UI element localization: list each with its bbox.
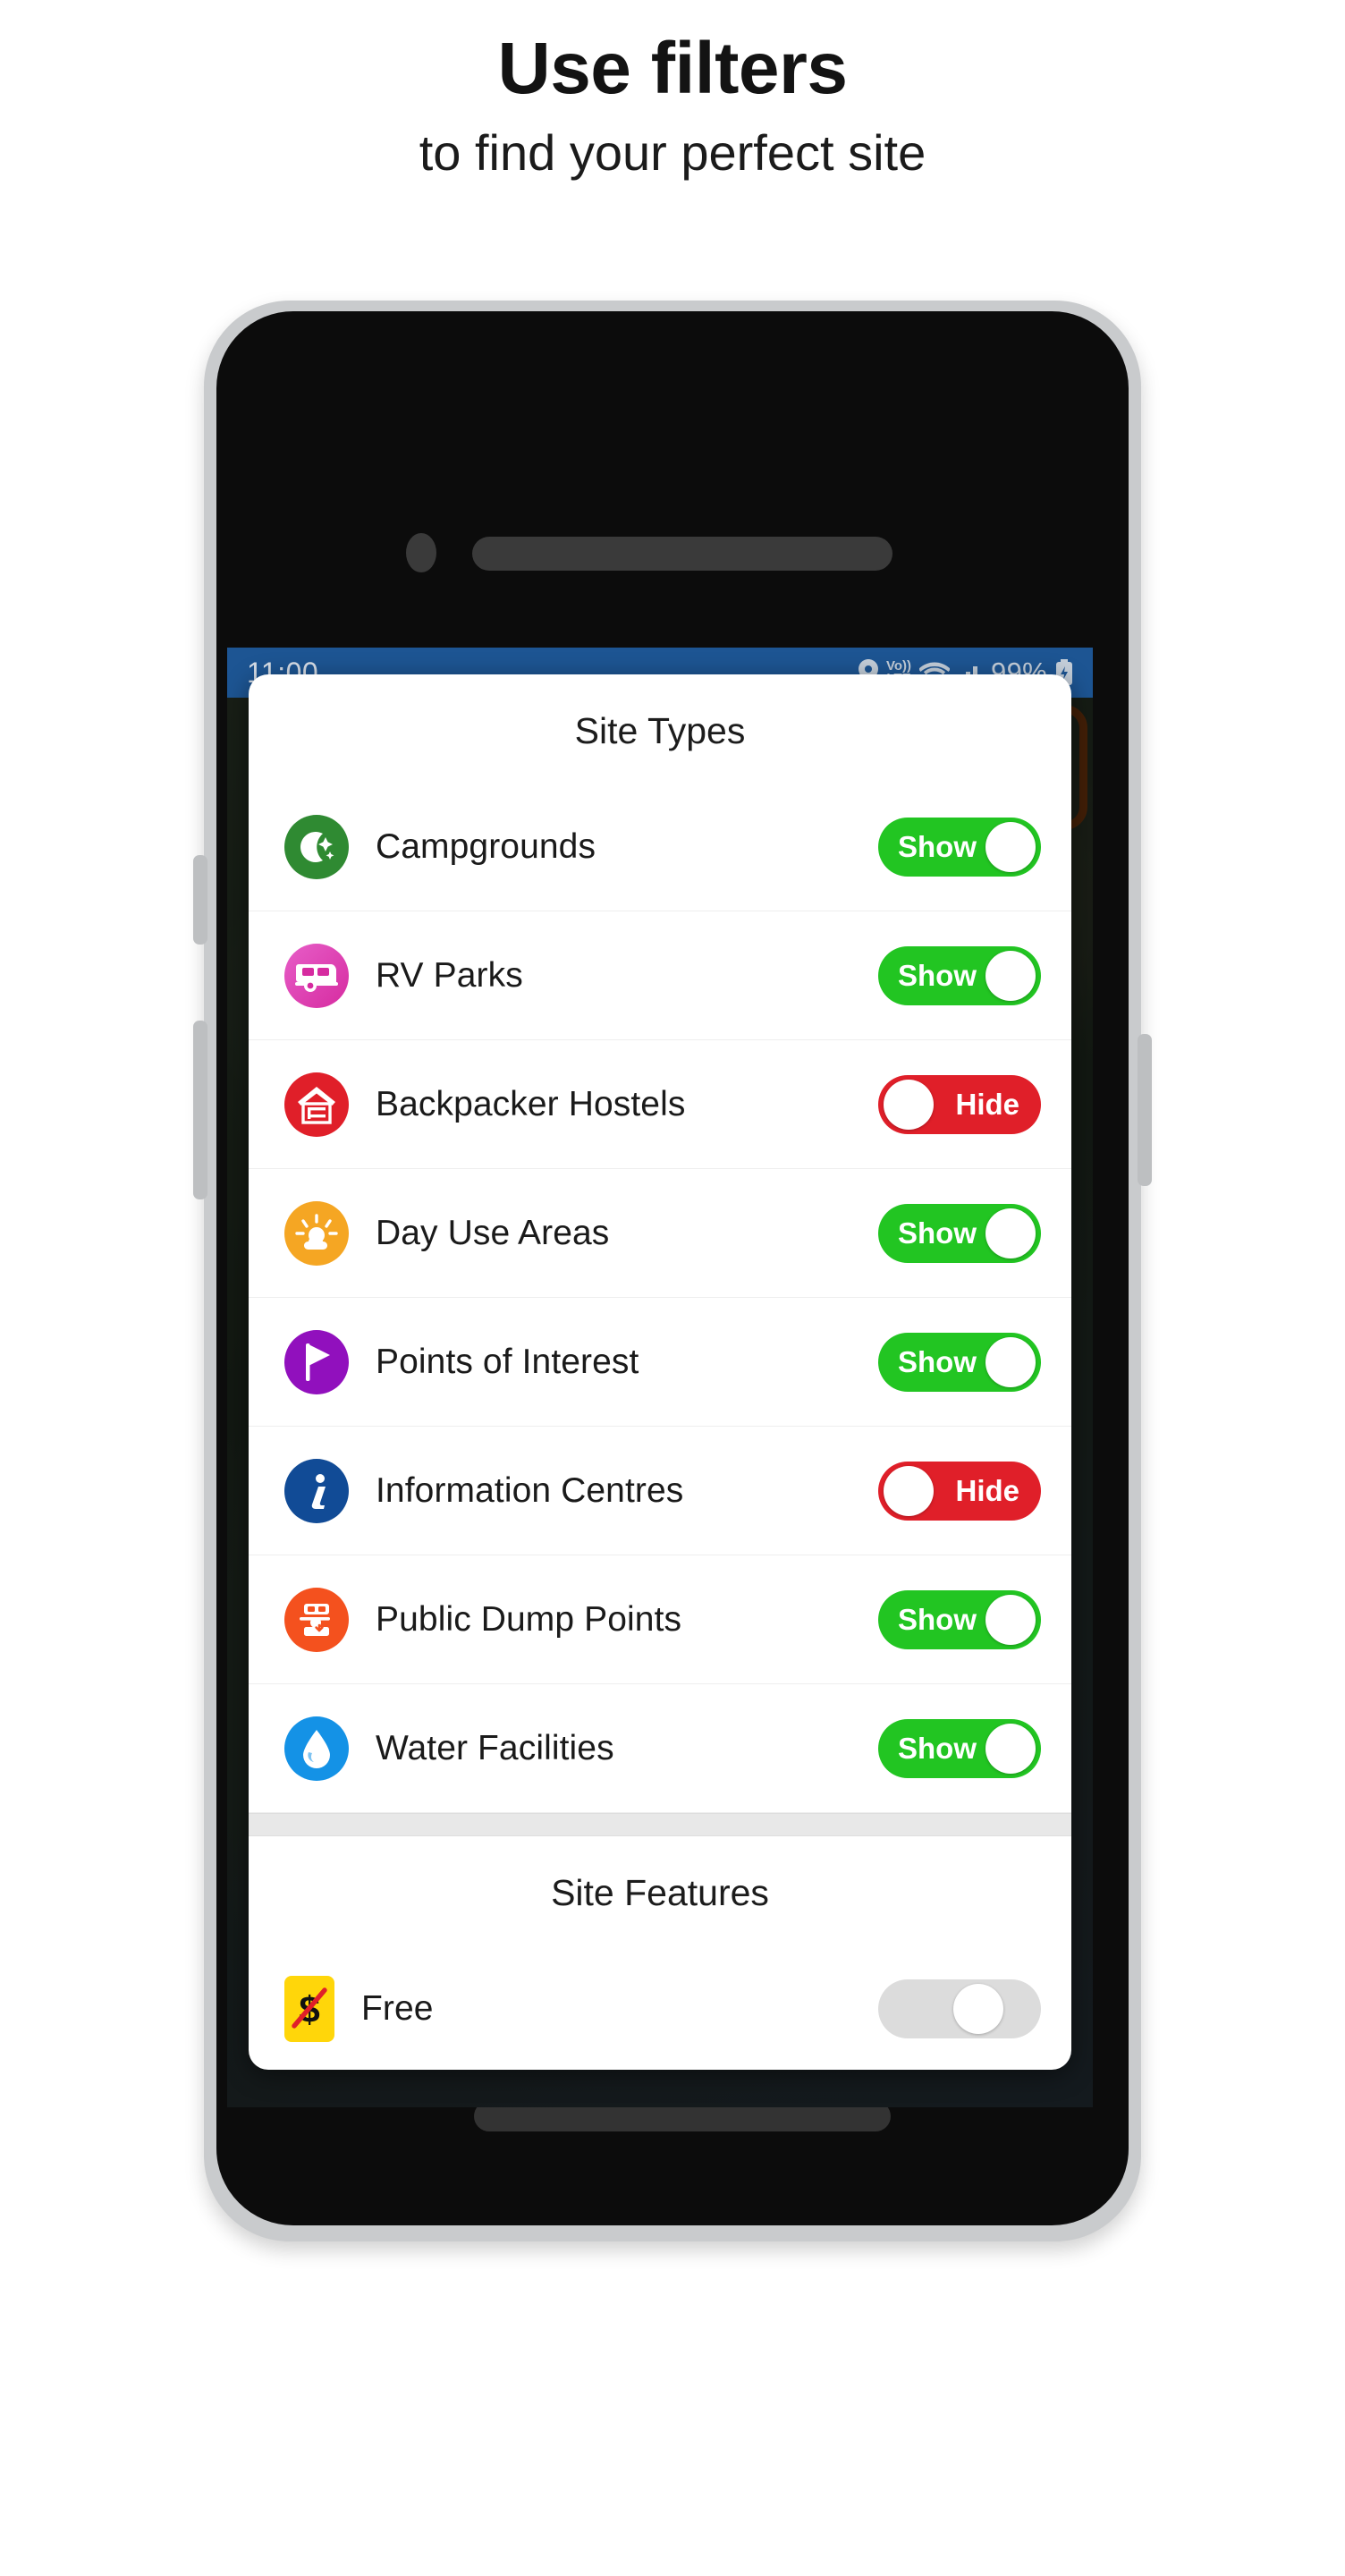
phone-mockup: 11:00 Vo))LTE bbox=[193, 301, 1152, 2241]
filter-toggle-free[interactable] bbox=[878, 1979, 1041, 2038]
toggle-label: Hide bbox=[955, 1473, 1019, 1507]
toggle-knob bbox=[985, 1723, 1036, 1774]
filter-label: Water Facilities bbox=[376, 1728, 614, 1767]
toggle-label: Show bbox=[898, 1602, 977, 1636]
volume-down-button[interactable] bbox=[193, 1021, 207, 1199]
filter-label: Free bbox=[361, 1988, 434, 2028]
earpiece-speaker bbox=[472, 537, 892, 571]
filter-row-rv-parks[interactable]: RV Parks Show bbox=[249, 911, 1071, 1040]
toggle-label: Hide bbox=[955, 1087, 1019, 1121]
filter-label: Day Use Areas bbox=[376, 1213, 610, 1252]
filters-scroll-area[interactable]: Site Types Campgrounds Show RV Parks Sho… bbox=[249, 674, 1071, 2070]
section-title-site-features: Site Features bbox=[551, 1872, 769, 1913]
dump-point-icon bbox=[284, 1587, 349, 1652]
filter-row-backpacker-hostels[interactable]: Backpacker Hostels Hide bbox=[249, 1040, 1071, 1169]
toggle-knob bbox=[884, 1079, 934, 1130]
filter-row-campgrounds[interactable]: Campgrounds Show bbox=[249, 783, 1071, 911]
toggle-label: Show bbox=[898, 829, 977, 863]
hostel-bunkbed-icon bbox=[284, 1072, 349, 1137]
filter-label: Backpacker Hostels bbox=[376, 1084, 686, 1123]
filter-label: Points of Interest bbox=[376, 1342, 639, 1381]
filter-label: Public Dump Points bbox=[376, 1599, 682, 1639]
toggle-knob bbox=[985, 950, 1036, 1001]
toggle-label: Show bbox=[898, 1216, 977, 1250]
filter-toggle-campgrounds[interactable]: Show bbox=[878, 817, 1041, 877]
promo-header: Use filters to find your perfect site bbox=[0, 0, 1345, 181]
page-subtitle: to find your perfect site bbox=[419, 124, 926, 182]
filter-label: Campgrounds bbox=[376, 826, 596, 866]
volume-up-button[interactable] bbox=[193, 855, 207, 945]
filter-row-points-of-interest[interactable]: Points of Interest Show bbox=[249, 1298, 1071, 1427]
toggle-knob bbox=[985, 1336, 1036, 1387]
info-i-icon bbox=[284, 1458, 349, 1523]
filters-dialog: Site Types Campgrounds Show RV Parks Sho… bbox=[249, 674, 1071, 2070]
section-title-site-types: Site Types bbox=[574, 710, 746, 751]
filter-toggle-rv-parks[interactable]: Show bbox=[878, 945, 1041, 1005]
filter-label: RV Parks bbox=[376, 955, 523, 995]
section-divider bbox=[249, 1813, 1071, 1836]
caravan-icon bbox=[284, 943, 349, 1008]
filter-row-information-centres[interactable]: Information Centres Hide bbox=[249, 1427, 1071, 1555]
toggle-knob bbox=[985, 1208, 1036, 1258]
filter-toggle-water-facilities[interactable]: Show bbox=[878, 1718, 1041, 1778]
campground-moon-icon bbox=[284, 814, 349, 879]
filter-toggle-day-use-areas[interactable]: Show bbox=[878, 1203, 1041, 1263]
filter-row-day-use-areas[interactable]: Day Use Areas Show bbox=[249, 1169, 1071, 1298]
filter-toggle-public-dump-points[interactable]: Show bbox=[878, 1589, 1041, 1649]
filter-row-water-facilities[interactable]: Water Facilities Show bbox=[249, 1684, 1071, 1813]
toggle-knob bbox=[953, 1983, 1003, 2034]
toggle-label: Show bbox=[898, 1344, 977, 1378]
power-button[interactable] bbox=[1138, 1034, 1152, 1186]
filter-label: Information Centres bbox=[376, 1470, 684, 1510]
front-camera-icon bbox=[406, 533, 436, 572]
filter-row-public-dump-points[interactable]: Public Dump Points Show bbox=[249, 1555, 1071, 1684]
toggle-knob bbox=[985, 821, 1036, 872]
sun-cloud-icon bbox=[284, 1200, 349, 1266]
no-dollar-icon: $ bbox=[284, 1975, 334, 2042]
phone-screen: 11:00 Vo))LTE bbox=[227, 648, 1093, 2107]
filter-toggle-information-centres[interactable]: Hide bbox=[878, 1461, 1041, 1521]
toggle-knob bbox=[985, 1594, 1036, 1645]
toggle-knob bbox=[884, 1465, 934, 1516]
toggle-label: Show bbox=[898, 958, 977, 992]
filter-row-free[interactable]: $ Free bbox=[249, 1945, 1071, 2070]
page-title: Use filters bbox=[497, 28, 848, 109]
flag-icon bbox=[284, 1329, 349, 1394]
filter-toggle-points-of-interest[interactable]: Show bbox=[878, 1332, 1041, 1392]
water-drop-icon bbox=[284, 1716, 349, 1781]
filter-toggle-backpacker-hostels[interactable]: Hide bbox=[878, 1074, 1041, 1134]
toggle-label: Show bbox=[898, 1731, 977, 1765]
